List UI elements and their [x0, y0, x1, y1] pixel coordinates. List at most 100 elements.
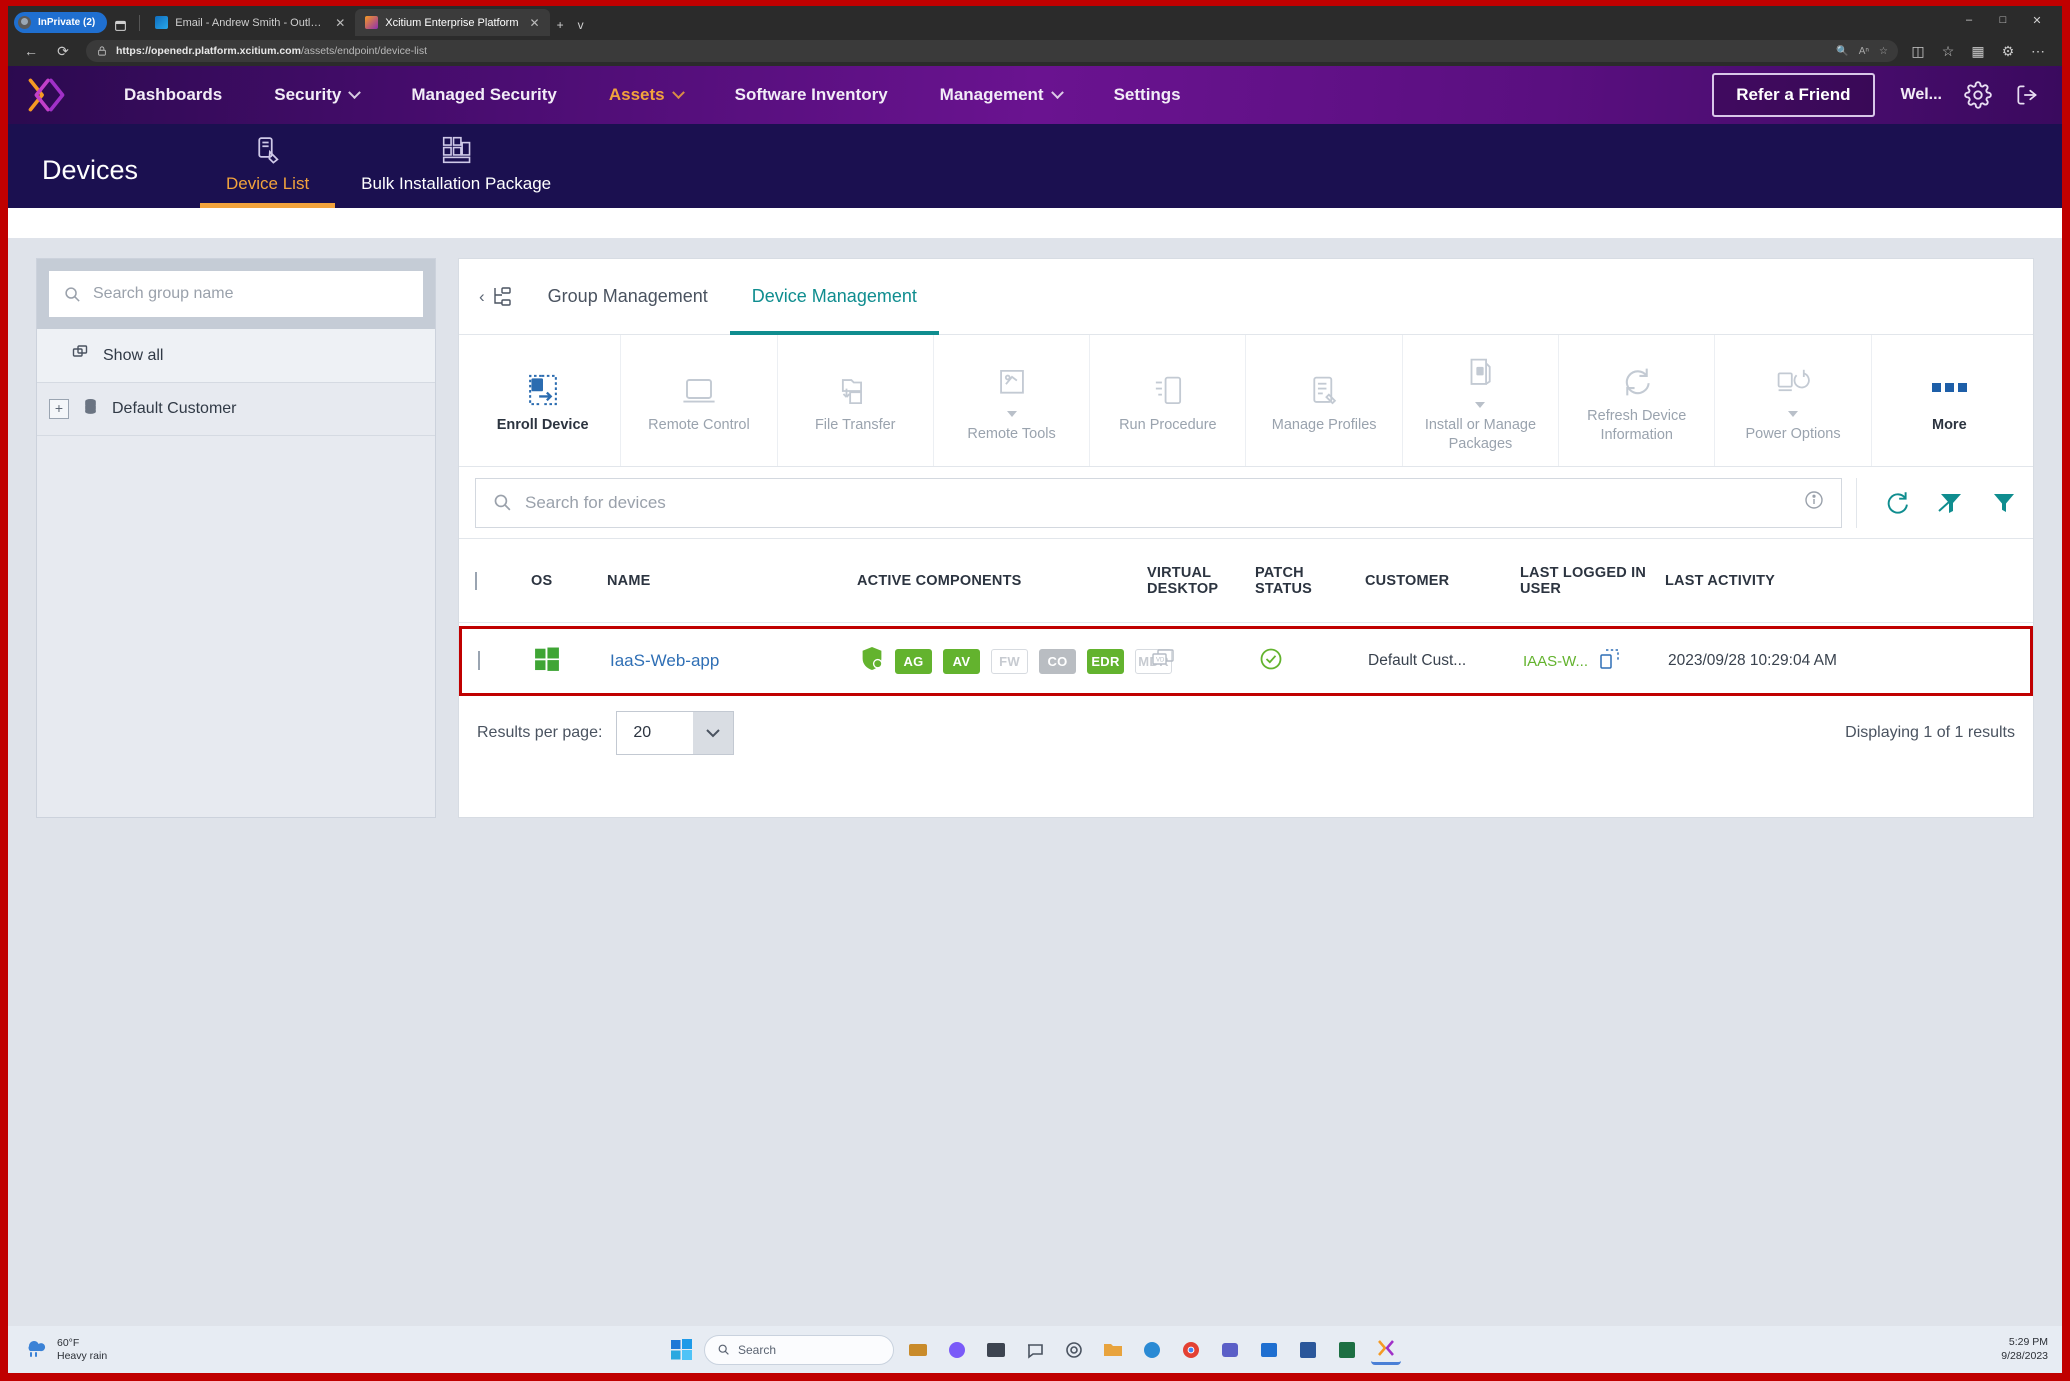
refresh-icon[interactable]: ⟳ — [50, 40, 76, 62]
toolbar-manage-profiles[interactable]: Manage Profiles — [1246, 335, 1403, 466]
close-icon[interactable]: ✕ — [530, 16, 540, 30]
word-icon[interactable] — [1293, 1335, 1323, 1365]
chevron-down-icon[interactable] — [1475, 402, 1486, 409]
column-name[interactable]: NAME — [607, 573, 857, 589]
column-last-activity[interactable]: LAST ACTIVITY — [1665, 573, 2017, 589]
back-icon[interactable]: ← — [18, 40, 44, 62]
row-checkbox[interactable] — [478, 651, 534, 670]
address-bar: ← ⟳ https://openedr.platform.xcitium.com… — [8, 36, 2062, 66]
new-tab-button[interactable]: + — [550, 18, 571, 32]
edge-icon[interactable] — [1137, 1335, 1167, 1365]
component-badge-fw[interactable]: FW — [991, 648, 1028, 674]
toolbar-install-or-manage-packages[interactable]: Install or Manage Packages — [1403, 335, 1560, 466]
welcome-user-label[interactable]: Wel... — [1901, 86, 1943, 104]
chevron-down-icon[interactable] — [693, 712, 734, 754]
settings-more-icon[interactable]: ⋯ — [2024, 40, 2052, 62]
toolbar-more[interactable]: More — [1872, 335, 2027, 466]
close-icon[interactable]: ✕ — [335, 16, 345, 30]
device-name-link[interactable]: IaaS-Web-app — [610, 651, 860, 671]
select-all-checkbox[interactable] — [475, 571, 531, 590]
user-link[interactable]: IAAS-W... — [1523, 653, 1588, 670]
chevron-down-icon[interactable] — [1006, 411, 1017, 418]
gear-icon[interactable] — [1964, 81, 1992, 109]
nav-item-settings[interactable]: Settings — [1088, 85, 1207, 105]
minimize-button[interactable]: – — [1952, 8, 1986, 32]
split-screen-icon[interactable]: ◫ — [1904, 40, 1932, 62]
weather-widget[interactable]: 60°F Heavy rain — [22, 1335, 107, 1364]
component-badge-edr[interactable]: EDR — [1087, 648, 1124, 674]
logout-icon[interactable] — [2014, 82, 2040, 108]
store-icon[interactable] — [1254, 1335, 1284, 1365]
taskbar-clock[interactable]: 5:29 PM 9/28/2023 — [2001, 1336, 2048, 1362]
nav-item-security[interactable]: Security — [248, 85, 385, 105]
search-group-input[interactable]: Search group name — [49, 271, 423, 317]
clear-filter-icon[interactable] — [1937, 490, 1965, 516]
windows-start-icon[interactable] — [669, 1337, 695, 1363]
search-devices-input[interactable]: Search for devices — [475, 477, 1842, 528]
nav-item-management[interactable]: Management — [914, 85, 1088, 105]
tab-bulk-installation-package[interactable]: Bulk Installation Package — [335, 124, 577, 208]
collections-icon[interactable]: ▦ — [1964, 40, 1992, 62]
expand-icon[interactable]: + — [49, 399, 69, 419]
collapse-tree-icon[interactable]: ‹ — [467, 285, 526, 309]
teams-icon[interactable] — [1215, 1335, 1245, 1365]
xcitium-app-icon[interactable] — [1371, 1335, 1401, 1365]
refer-a-friend-button[interactable]: Refer a Friend — [1712, 73, 1875, 117]
toolbar-file-transfer[interactable]: File Transfer — [778, 335, 934, 466]
read-aloud-icon[interactable]: Aⁿ — [1859, 46, 1869, 57]
component-badge-ag[interactable]: AG — [895, 648, 932, 674]
tab-list-chevron-down-icon[interactable]: v — [571, 18, 591, 32]
toolbar-power-options[interactable]: Power Options — [1715, 335, 1872, 466]
taskbar-search-input[interactable]: Search — [704, 1334, 894, 1365]
omnibox[interactable]: https://openedr.platform.xcitium.com/ass… — [86, 40, 1898, 62]
xcitium-logo[interactable] — [26, 76, 70, 114]
maximize-button[interactable]: □ — [1986, 8, 2020, 32]
nav-item-managed-security[interactable]: Managed Security — [385, 85, 583, 105]
excel-icon[interactable] — [1332, 1335, 1362, 1365]
column-os[interactable]: OS — [531, 573, 607, 589]
toolbar-remote-tools[interactable]: Remote Tools — [934, 335, 1091, 466]
group-item-show-all[interactable]: Show all — [37, 329, 435, 383]
column-virtual-desktop[interactable]: VIRTUAL DESKTOP — [1147, 565, 1255, 597]
group-item-default-customer[interactable]: + Default Customer — [37, 383, 435, 436]
toolbar-remote-control[interactable]: Remote Control — [621, 335, 778, 466]
component-badge-co[interactable]: CO — [1039, 648, 1076, 674]
copilot-icon[interactable] — [942, 1335, 972, 1365]
results-per-page-select[interactable]: 20 — [616, 711, 735, 755]
column-last-logged-in-user[interactable]: LAST LOGGED IN USER — [1520, 565, 1665, 597]
column-customer[interactable]: CUSTOMER — [1365, 573, 1520, 589]
nav-item-dashboards[interactable]: Dashboards — [98, 85, 248, 105]
chevron-down-icon[interactable] — [1788, 411, 1799, 418]
nav-item-software-inventory[interactable]: Software Inventory — [709, 85, 914, 105]
folder-icon[interactable] — [1098, 1335, 1128, 1365]
tab-group-management[interactable]: Group Management — [526, 259, 730, 334]
settings-icon[interactable] — [1059, 1335, 1089, 1365]
column-patch-status[interactable]: PATCH STATUS — [1255, 565, 1365, 597]
tab-inprivate[interactable]: InPrivate (2) — [14, 12, 108, 33]
component-badge-av[interactable]: AV — [943, 648, 980, 674]
table-row[interactable]: IaaS-Web-app AG AV FW CO EDR MDR — [459, 626, 2033, 696]
nav-item-assets[interactable]: Assets — [583, 85, 709, 105]
tab-actions-icon[interactable] — [107, 19, 134, 32]
chat-icon[interactable] — [1020, 1335, 1050, 1365]
tab-outlook[interactable]: Email - Andrew Smith - Outlook ✕ — [145, 9, 355, 36]
tab-device-list[interactable]: Device List — [200, 124, 336, 208]
favorite-icon[interactable]: ☆ — [1879, 46, 1888, 57]
filter-icon[interactable] — [1991, 490, 2017, 516]
toolbar-enroll-device[interactable]: Enroll Device — [465, 335, 622, 466]
tab-device-management[interactable]: Device Management — [729, 259, 939, 335]
tab-xcitium[interactable]: Xcitium Enterprise Platform ✕ — [355, 9, 550, 36]
toolbar-run-procedure[interactable]: Run Procedure — [1090, 335, 1247, 466]
info-icon[interactable] — [1803, 489, 1825, 516]
column-active-components[interactable]: ACTIVE COMPONENTS — [857, 573, 1147, 589]
favorites-icon[interactable]: ☆ — [1934, 40, 1962, 62]
toolbar-refresh-device-information[interactable]: Refresh Device Information — [1559, 335, 1716, 466]
device-link-icon[interactable] — [1598, 647, 1622, 676]
zoom-icon[interactable]: 🔍 — [1836, 46, 1848, 57]
chrome-icon[interactable] — [1176, 1335, 1206, 1365]
close-window-button[interactable]: ✕ — [2020, 8, 2054, 32]
refresh-icon[interactable] — [1883, 489, 1911, 517]
browser-essentials-icon[interactable]: ⚙ — [1994, 40, 2022, 62]
file-explorer-icon[interactable] — [981, 1335, 1011, 1365]
widgets-icon[interactable] — [903, 1335, 933, 1365]
